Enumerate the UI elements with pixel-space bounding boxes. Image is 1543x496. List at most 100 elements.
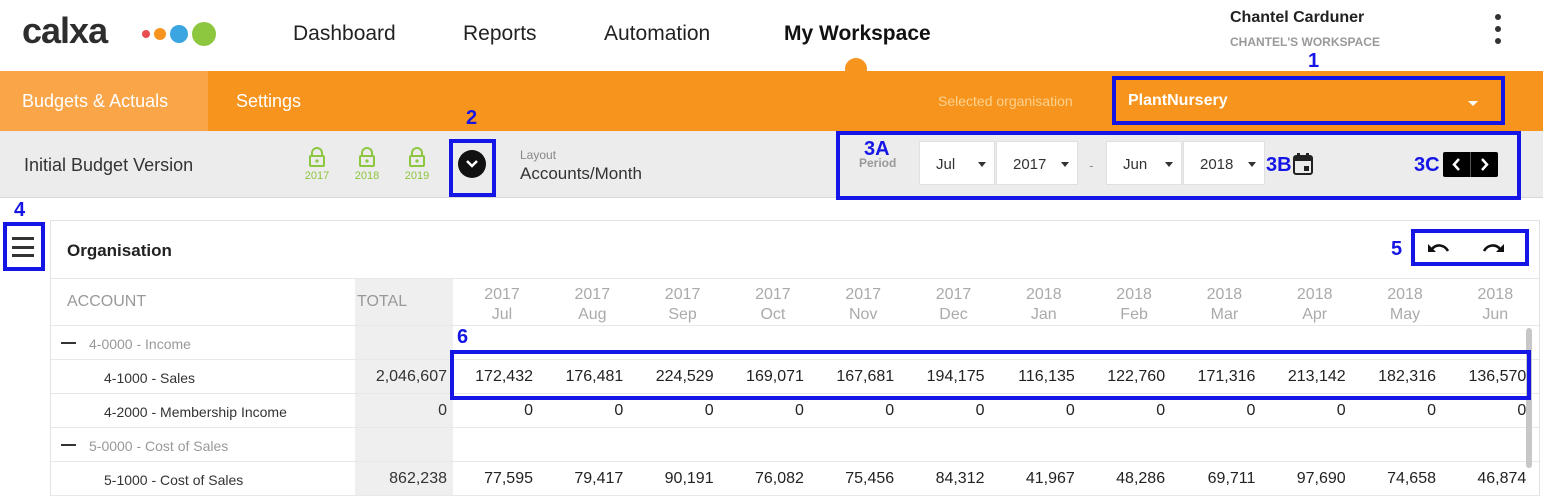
grid-cell[interactable]: 0 [624,402,714,420]
grid-cell[interactable]: 0 [1346,402,1436,420]
annotation-label-3b: 3B [1266,154,1292,176]
lock-icon [359,147,375,167]
grid-cell[interactable]: 76,082 [714,470,804,488]
column-header-account: ACCOUNT [67,293,147,310]
grid-cell[interactable]: 46,874 [1436,470,1526,488]
tab-settings[interactable]: Settings [236,71,301,131]
selected-organisation-label: Selected organisation [938,93,1073,109]
lock-year-label: 2019 [404,170,430,182]
grid-cell[interactable]: 0 [895,402,985,420]
column-header-month: 2017 Dec [909,285,999,325]
column-header-month: 2017 Sep [638,285,728,325]
user-workspace: CHANTEL'S WORKSPACE [1230,35,1380,49]
column-header-month-label: Sep [668,306,697,323]
column-header-month-label: Dec [939,306,968,323]
logo-dot-orange [154,28,166,40]
column-header-month: 2018 Feb [1089,285,1179,325]
column-header-month-label: Jul [491,306,513,323]
annotation-box-5 [1411,229,1529,266]
grid-cell[interactable]: 41,967 [985,470,1075,488]
account-label: 4-0000 - Income [89,336,191,352]
grid-cell[interactable]: 79,417 [533,470,623,488]
column-header-month: 2018 Jun [1450,285,1540,325]
column-header-year-label: 2018 [1477,286,1514,303]
grid-cell[interactable]: 90,191 [624,470,714,488]
column-header-year-label: 2017 [484,286,520,303]
grid-cell[interactable]: 77,595 [443,470,533,488]
column-header-month-label: Nov [848,306,878,323]
grid-cell[interactable]: 84,312 [895,470,985,488]
account-label: 4-2000 - Membership Income [104,404,287,420]
row-total: 2,046,607 [375,368,447,385]
grid-cell[interactable]: 75,456 [804,470,894,488]
logo-dots [142,22,216,46]
column-header-month-label: Oct [760,306,786,323]
grid-cell[interactable]: 74,658 [1346,470,1436,488]
grid-header-row: ACCOUNT TOTAL 2017 Jul 2017 Aug 2017 Sep 2017 O… [51,278,1539,326]
more-options-icon[interactable] [1492,14,1504,44]
column-header-total: TOTAL [357,293,408,310]
lock-year-2019[interactable]: 2019 [402,147,432,182]
nav-dashboard[interactable]: Dashboard [293,22,396,46]
active-nav-indicator [845,58,867,80]
user-name[interactable]: Chantel Carduner [1230,9,1364,27]
account-label: 4-1000 - Sales [104,370,196,386]
grid-cell[interactable]: 0 [533,402,623,420]
nav-my-workspace[interactable]: My Workspace [784,22,931,46]
column-header-month: 2017 Nov [818,285,908,325]
row-total: 862,238 [389,470,447,487]
logo-dot-green [192,22,216,46]
annotation-label-1: 1 [1308,50,1320,72]
column-header-month: 2018 Apr [1270,285,1360,325]
column-header-month-label: May [1389,306,1421,323]
column-header-year-label: 2018 [1026,286,1062,303]
nav-reports[interactable]: Reports [463,22,537,46]
column-header-month: 2017 Oct [728,285,818,325]
grid-cell[interactable]: 97,690 [1256,470,1346,488]
lock-year-label: 2018 [354,170,380,182]
annotation-label-2: 2 [466,107,478,129]
annotation-label-4: 4 [14,199,26,221]
row-total: 0 [438,402,447,419]
column-header-month-label: Jun [1482,306,1509,323]
tab-budgets-actuals[interactable]: Budgets & Actuals [0,71,208,131]
column-header-month-label: Aug [578,306,607,323]
grid-cell[interactable]: 0 [1165,402,1255,420]
annotation-label-6: 6 [457,326,469,348]
layout-label: Layout [520,148,557,162]
annotation-box-2 [449,139,496,197]
column-header-year-label: 2018 [1116,286,1152,303]
grid-cell[interactable]: 0 [804,402,894,420]
grid-cell[interactable]: 0 [1075,402,1165,420]
grid-cell[interactable]: 48,286 [1075,470,1165,488]
column-header-month: 2017 Aug [547,285,637,325]
lock-year-label: 2017 [304,170,330,182]
grid-cell[interactable]: 0 [443,402,533,420]
column-header-year-label: 2017 [755,286,791,303]
grid-cell[interactable]: 0 [1256,402,1346,420]
layout-value[interactable]: Accounts/Month [520,164,642,184]
budget-version-title[interactable]: Initial Budget Version [24,155,193,176]
grid-cell[interactable]: 69,711 [1165,470,1256,488]
column-header-month: 2018 May [1360,285,1450,325]
grid-cell[interactable]: 0 [985,402,1075,420]
nav-automation[interactable]: Automation [604,22,710,46]
account-label: 5-1000 - Cost of Sales [104,472,244,488]
lock-year-2018[interactable]: 2018 [352,147,382,182]
column-header-month-label: Feb [1120,306,1148,323]
collapse-icon[interactable] [61,444,76,446]
column-header-year-label: 2018 [1206,286,1243,303]
annotation-label-5: 5 [1391,238,1403,260]
table-row[interactable]: 5-1000 - Cost of Sales 862,238 77,595 79,41… [51,462,1539,496]
calxa-logo[interactable]: calxa [22,10,108,52]
column-header-year-label: 2018 [1387,286,1423,303]
collapse-icon[interactable] [61,342,76,344]
column-header-year-label: 2017 [935,286,972,303]
logo-dot-blue [170,25,188,43]
column-header-year-label: 2017 [574,286,611,303]
grid-cell[interactable]: 0 [1436,402,1526,420]
group-row[interactable]: 5-0000 - Cost of Sales [51,428,1539,462]
grid-cell[interactable]: 0 [714,402,804,420]
annotation-box-1 [1112,76,1505,125]
lock-year-2017[interactable]: 2017 [302,147,332,182]
